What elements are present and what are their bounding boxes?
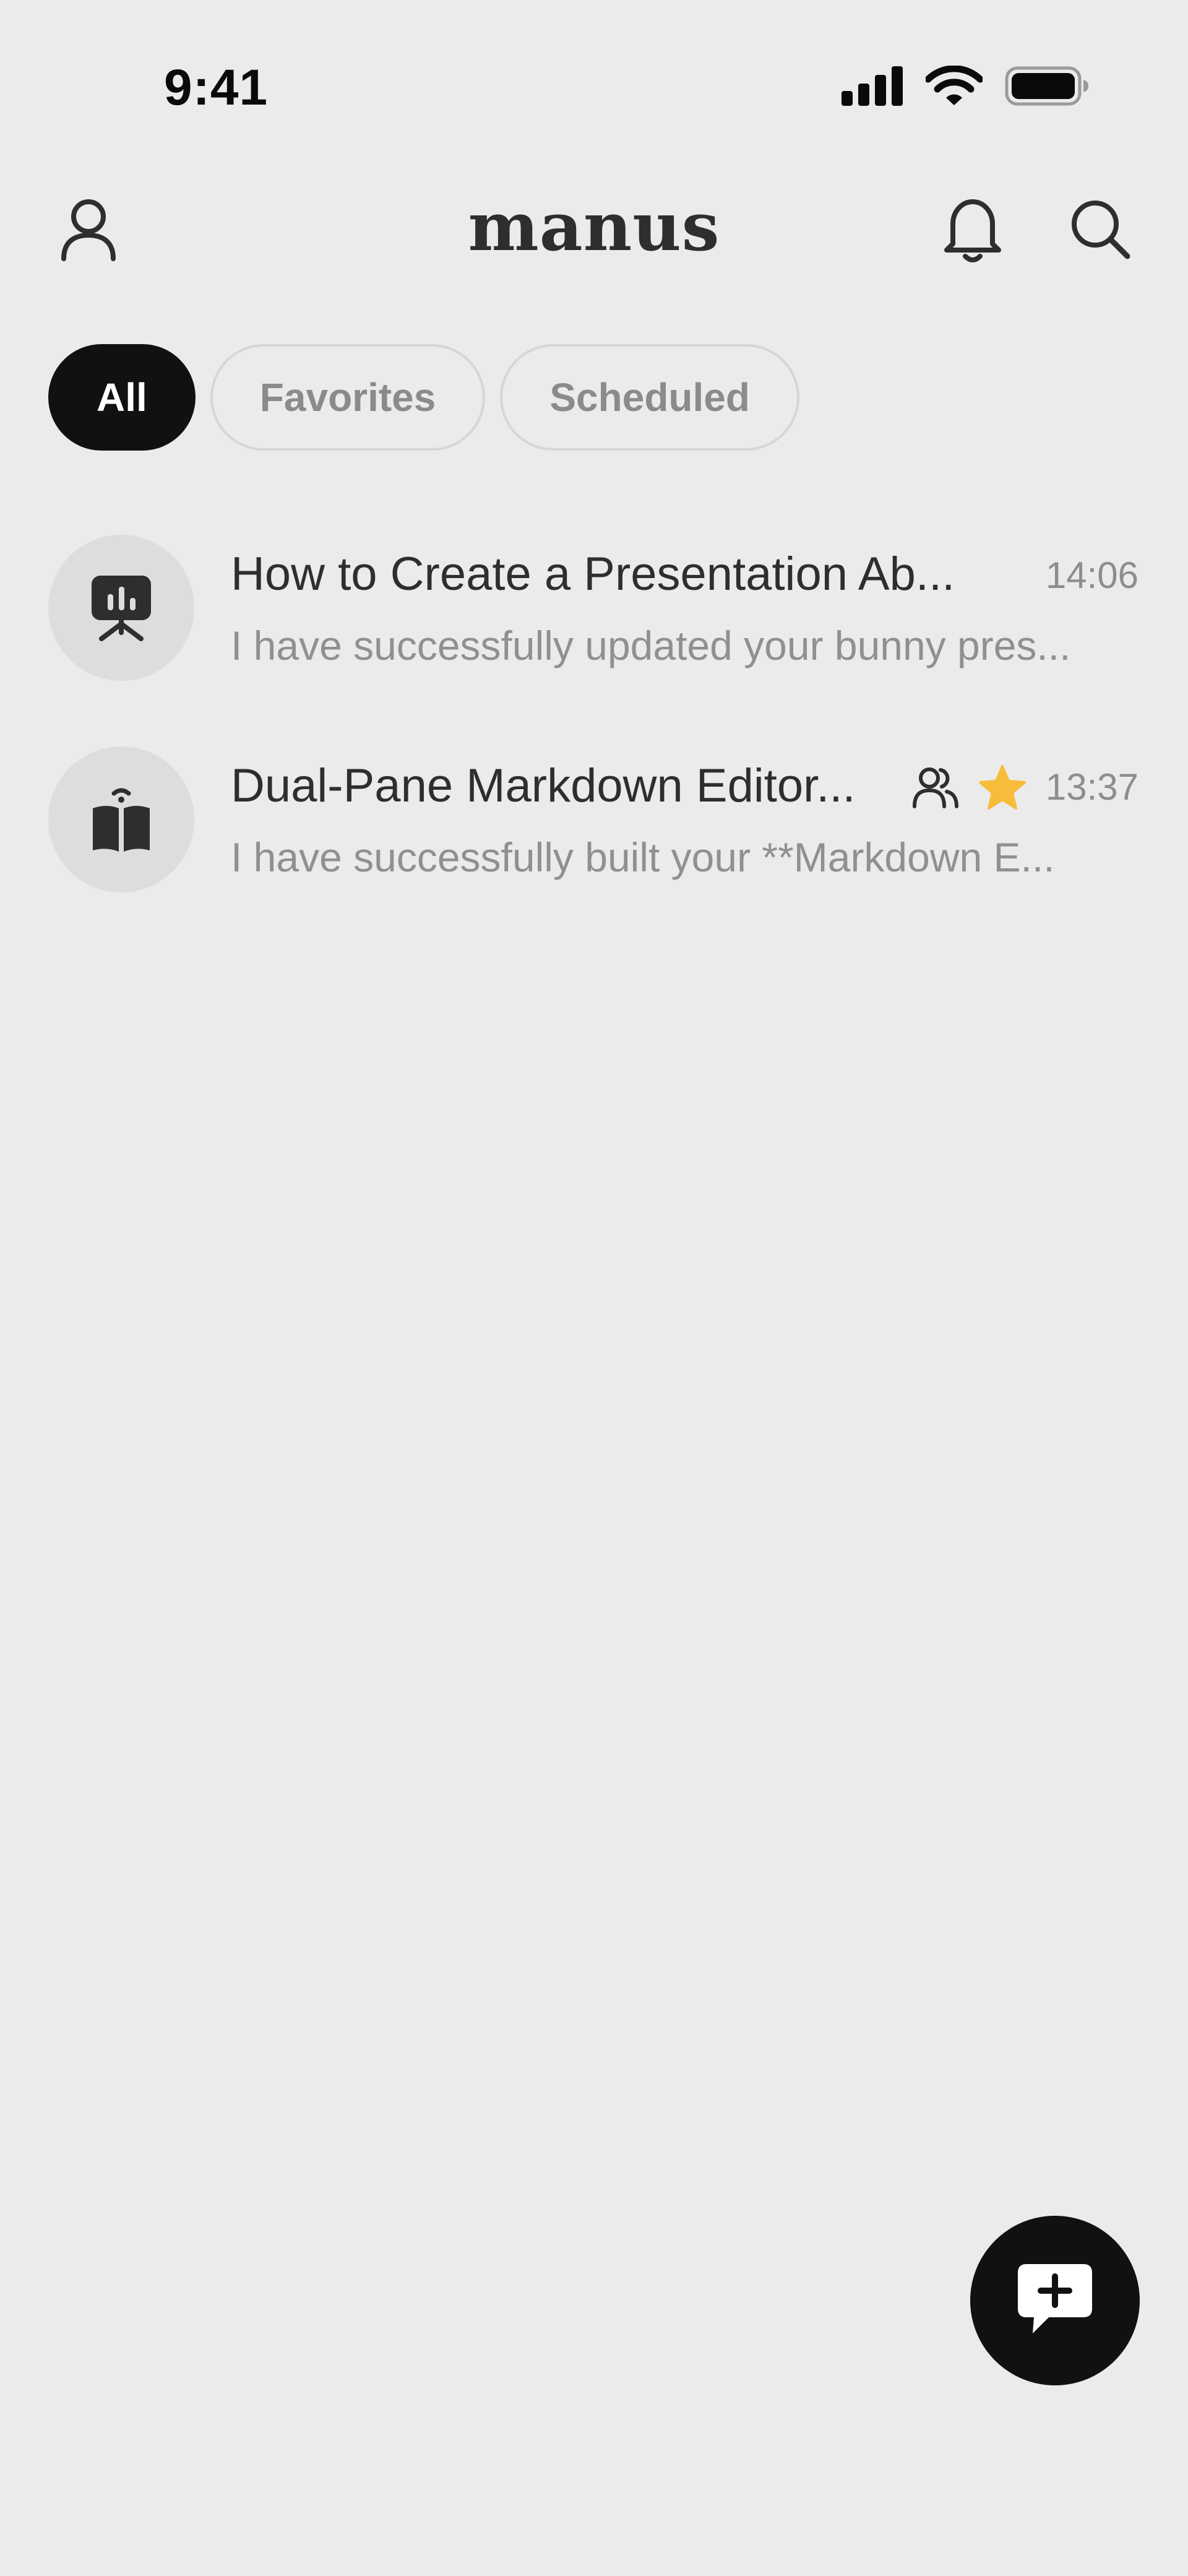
search-icon — [1072, 201, 1130, 259]
wifi-icon — [926, 66, 983, 105]
task-list: How to Create a Presentation Ab... 14:06… — [48, 534, 1138, 957]
search-button[interactable] — [1063, 192, 1137, 266]
task-preview: I have successfully built your **Markdow… — [231, 834, 1055, 880]
battery-icon — [1005, 66, 1088, 106]
bell-icon — [944, 199, 1001, 262]
task-list-screen: 9:41 manus All Favorites Scheduled How t… — [0, 0, 1188, 2576]
status-time: 9:41 — [164, 59, 269, 116]
cellular-signal-icon — [842, 66, 903, 106]
task-avatar — [48, 746, 194, 893]
task-item[interactable]: Dual-Pane Markdown Editor... 13:37 I hav… — [48, 745, 1138, 893]
tab-all[interactable]: All — [48, 344, 196, 451]
book-icon — [93, 788, 150, 852]
task-meta: 13:37 — [912, 763, 1138, 812]
task-title: Dual-Pane Markdown Editor... — [231, 759, 856, 812]
app-header: manus — [0, 179, 1188, 279]
new-chat-icon — [1018, 2264, 1092, 2333]
status-icons — [842, 66, 1089, 106]
new-task-button[interactable] — [970, 2216, 1140, 2385]
task-title: How to Create a Presentation Ab... — [231, 548, 955, 600]
task-time: 13:37 — [1045, 766, 1138, 808]
notifications-button[interactable] — [936, 192, 1010, 266]
star-icon[interactable] — [978, 764, 1027, 811]
task-avatar — [48, 535, 194, 681]
tab-scheduled[interactable]: Scheduled — [500, 344, 799, 451]
task-time: 14:06 — [1045, 555, 1138, 596]
task-item[interactable]: How to Create a Presentation Ab... 14:06… — [48, 534, 1138, 681]
shared-users-icon — [912, 767, 958, 808]
filter-tabs: All Favorites Scheduled — [48, 344, 799, 451]
presentation-icon — [92, 576, 151, 641]
task-meta: 14:06 — [1046, 551, 1138, 600]
status-bar: 9:41 — [0, 0, 1188, 142]
tab-favorites[interactable]: Favorites — [210, 344, 486, 451]
brand-logo: manus — [468, 188, 720, 266]
task-preview: I have successfully updated your bunny p… — [231, 623, 1071, 668]
